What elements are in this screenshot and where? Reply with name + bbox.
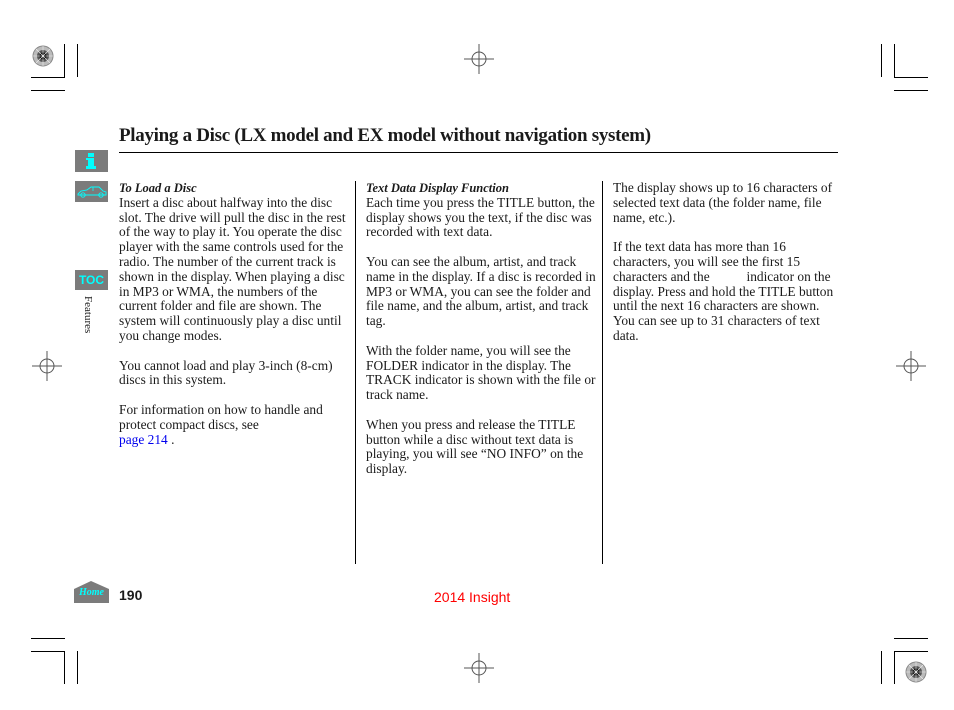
toc-button[interactable]: TOC xyxy=(75,270,108,290)
paragraph: When you press and release the TITLE but… xyxy=(366,416,584,477)
crop-line xyxy=(894,638,928,639)
paragraph: You can see the album, artist, and track… xyxy=(366,253,596,329)
paragraph: If the text data has more than 16 charac… xyxy=(613,239,834,343)
column-display-info: The display shows up to 16 characters of… xyxy=(613,180,841,359)
section-heading: Text Data Display Function xyxy=(366,181,509,195)
paragraph: The display shows up to 16 characters of… xyxy=(613,180,833,225)
crop-line xyxy=(77,651,78,684)
car-icon xyxy=(77,186,107,198)
paragraph: With the folder name, you will see the F… xyxy=(366,342,596,403)
home-button[interactable]: Home xyxy=(74,581,109,603)
title-rule xyxy=(119,152,838,153)
crop-line xyxy=(894,44,895,77)
crosshair-icon xyxy=(464,653,494,683)
page-title: Playing a Disc (LX model and EX model wi… xyxy=(119,125,651,146)
crop-line xyxy=(77,44,78,77)
crop-line xyxy=(31,638,65,639)
crop-line xyxy=(894,651,928,652)
crop-line xyxy=(894,77,928,78)
toc-label: TOC xyxy=(78,273,105,287)
footer-title: 2014 Insight xyxy=(434,589,511,605)
paragraph: Insert a disc about halfway into the dis… xyxy=(119,194,346,343)
crop-line xyxy=(881,651,882,684)
crop-line xyxy=(894,90,928,91)
paragraph: For information on how to handle and pro… xyxy=(119,401,351,447)
section-heading: To Load a Disc xyxy=(119,181,197,195)
registration-target-icon xyxy=(31,44,55,68)
crop-line xyxy=(31,77,65,78)
crop-line xyxy=(64,44,65,77)
paragraph: Each time you press the TITLE button, th… xyxy=(366,194,595,240)
crop-line xyxy=(31,651,65,652)
paragraph: You cannot load and play 3-inch (8-cm) d… xyxy=(119,357,333,388)
crop-line xyxy=(881,44,882,77)
crop-line xyxy=(31,90,65,91)
info-icon xyxy=(86,153,96,169)
link-suffix: . xyxy=(167,431,175,447)
page-number: 190 xyxy=(119,587,143,603)
column-load-disc: To Load a Disc Insert a disc about halfw… xyxy=(119,181,351,447)
crosshair-icon xyxy=(464,44,494,74)
registration-target-icon xyxy=(904,660,928,684)
crosshair-icon xyxy=(32,351,62,381)
page-link[interactable]: page 214 xyxy=(119,432,168,447)
home-label: Home xyxy=(79,587,104,598)
crosshair-icon xyxy=(896,351,926,381)
section-tab-label: Features xyxy=(82,296,94,334)
crop-line xyxy=(64,651,65,684)
vehicle-button[interactable] xyxy=(75,181,108,202)
paragraph-text: For information on how to handle and pro… xyxy=(119,401,323,432)
info-button[interactable] xyxy=(75,150,108,172)
column-text-data: Text Data Display Function Each time you… xyxy=(366,181,598,492)
column-divider xyxy=(602,181,603,564)
crop-line xyxy=(894,651,895,684)
column-divider xyxy=(355,181,356,564)
